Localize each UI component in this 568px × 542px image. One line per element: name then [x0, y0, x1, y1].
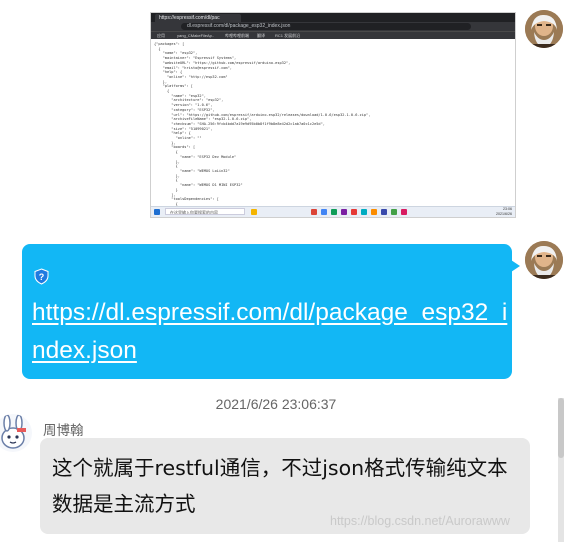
browser-address-bar: dl.espressif.com/dl/package_esp32_index.… [181, 23, 471, 30]
app-icon [381, 209, 387, 215]
app-icon [361, 209, 367, 215]
scrollbar-thumb[interactable] [558, 398, 564, 458]
taskbar-search: 在这里输入你要搜索的内容 [165, 208, 245, 215]
browser-toolbar: dl.espressif.com/dl/package_esp32_index.… [151, 22, 515, 31]
app-icon [371, 209, 377, 215]
contact-avatar[interactable] [0, 414, 32, 452]
app-icon [321, 209, 327, 215]
message-text: 这个就属于restful通信，不过json格式传输纯文本数据是主流方式 [52, 456, 508, 516]
svg-text:?: ? [39, 272, 45, 282]
url-link[interactable]: https://dl.espressif.com/dl/package_esp3… [32, 294, 508, 370]
folder-icon [251, 209, 257, 215]
app-icon [341, 209, 347, 215]
taskbar-clock: 23:06 2021/6/26 [496, 207, 512, 216]
app-icon [391, 209, 397, 215]
app-icon [311, 209, 317, 215]
portrait-icon [525, 10, 563, 48]
user-avatar[interactable] [525, 10, 563, 48]
browser-tab: https://espressif.com/dl/pac [155, 14, 241, 22]
message-timestamp: 2021/6/26 23:06:37 [215, 396, 337, 412]
sender-name: 周博翰 [43, 423, 84, 438]
windows-taskbar: 在这里输入你要搜索的内容 23:06 2021/6/26 [151, 206, 515, 217]
app-icon [351, 209, 357, 215]
json-content: {"packages": [ { "name": "esp32", "maint… [151, 39, 515, 217]
windows-start-icon [154, 209, 160, 215]
app-icon [331, 209, 337, 215]
browser-tab-bar: https://espressif.com/dl/pac [151, 13, 515, 22]
user-avatar[interactable] [525, 241, 563, 279]
link-shield-icon: ? [33, 268, 50, 285]
sent-screenshot-image[interactable]: https://espressif.com/dl/pac dl.espressi… [150, 12, 516, 218]
chat-scrollbar[interactable] [558, 398, 564, 542]
sent-link-bubble[interactable]: ? https://dl.espressif.com/dl/package_es… [22, 244, 520, 379]
app-icon [401, 209, 407, 215]
portrait-icon [525, 241, 563, 279]
cartoon-rabbit-icon [0, 414, 32, 452]
watermark-text: https://blog.csdn.net/Aurorawww [330, 514, 510, 528]
